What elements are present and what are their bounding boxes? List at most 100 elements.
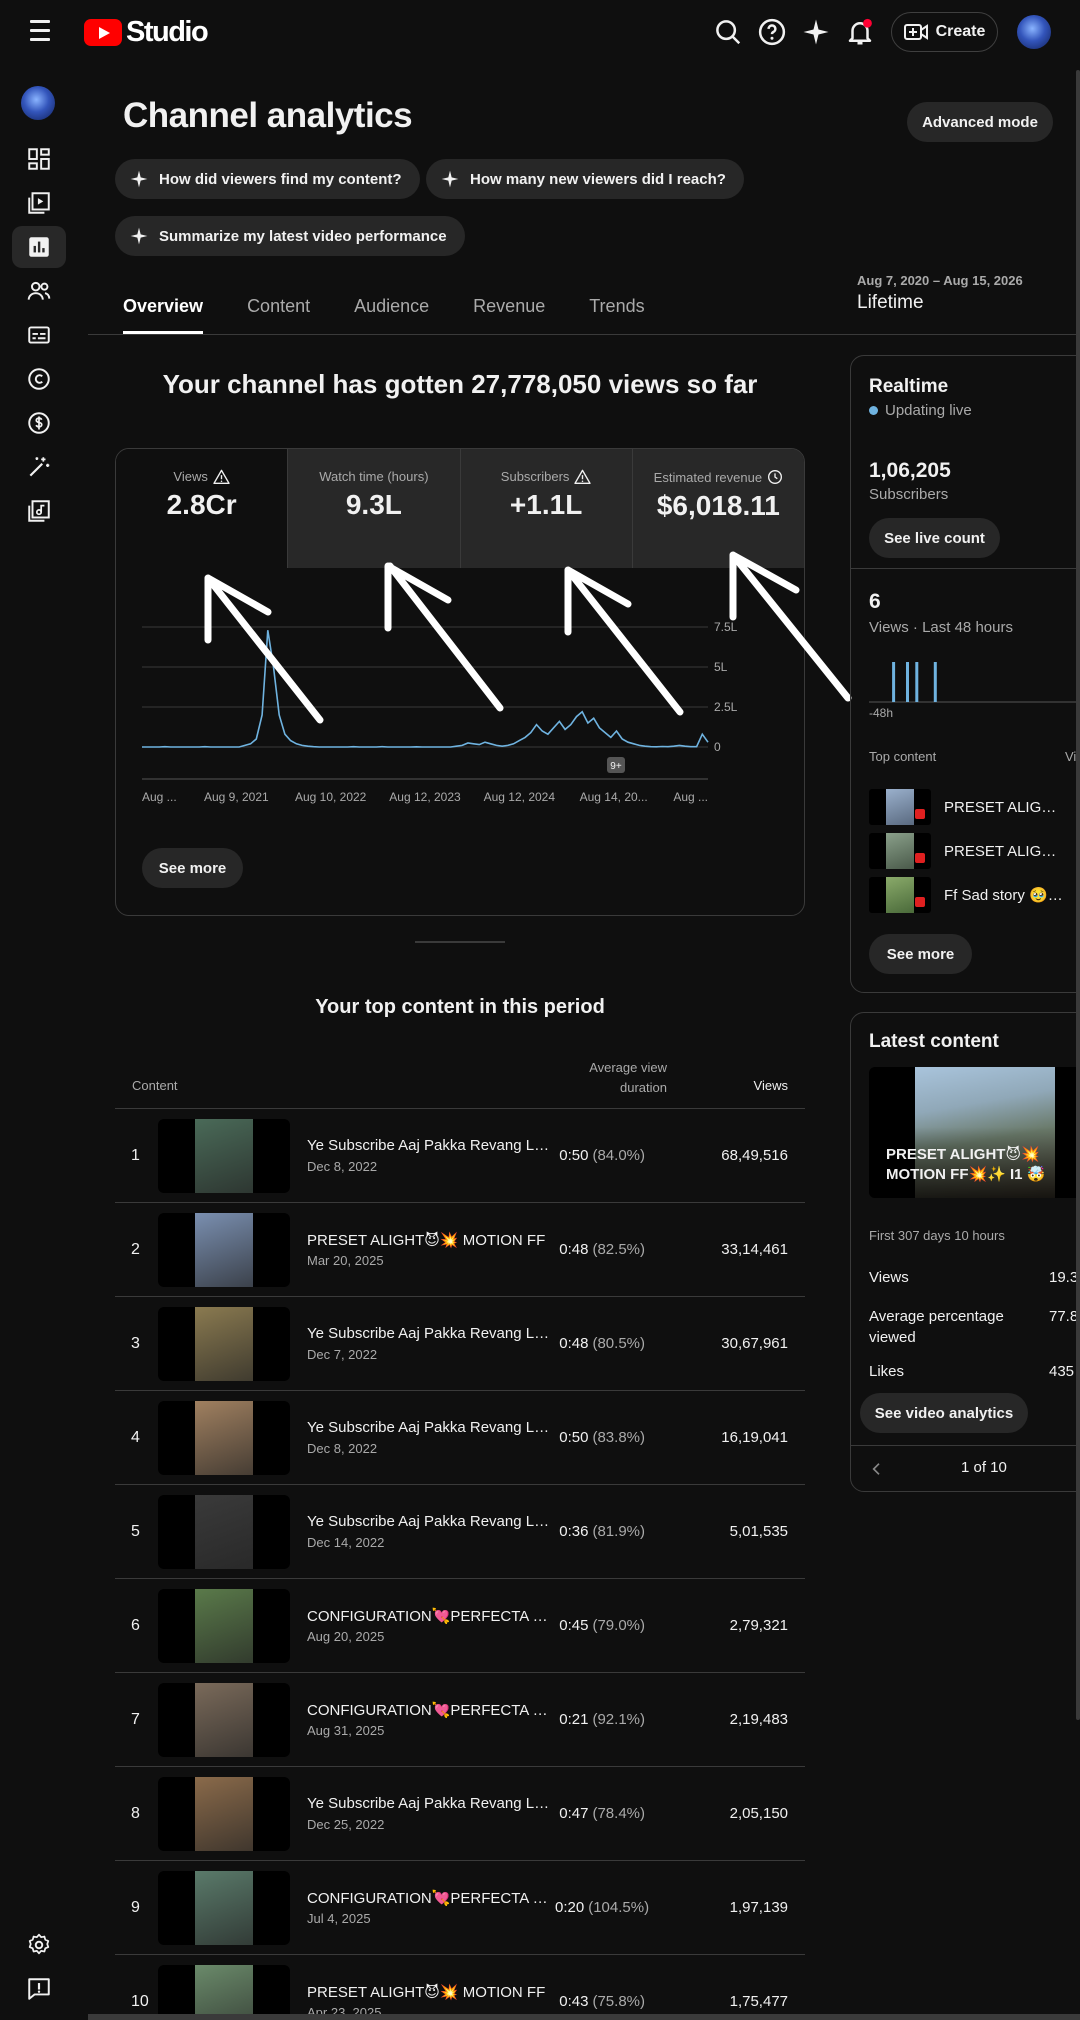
customization-icon bbox=[29, 457, 50, 477]
metric-value: 2.8Cr bbox=[166, 489, 237, 520]
ask-chip-new-viewers[interactable]: How many new viewers did I reach? bbox=[426, 159, 744, 199]
video-date: Dec 25, 2022 bbox=[307, 1817, 385, 1832]
video-title[interactable]: CONFIGURATION💘PERFECTA PRESET bbox=[307, 1607, 557, 1625]
search-icon[interactable] bbox=[713, 17, 743, 47]
table-row[interactable]: 7 CONFIGURATION💘PERFECTA PRESET Aug 31, 20… bbox=[115, 1672, 805, 1766]
metric-subscribers[interactable]: Subscribers +1.1L bbox=[459, 449, 632, 568]
video-thumbnail[interactable] bbox=[158, 1119, 290, 1193]
vertical-scrollbar[interactable] bbox=[1076, 70, 1080, 1720]
account-avatar[interactable] bbox=[1017, 15, 1051, 49]
page-title: Channel analytics bbox=[123, 96, 413, 135]
video-thumbnail[interactable] bbox=[158, 1401, 290, 1475]
sidebar-item-earn[interactable] bbox=[12, 402, 66, 444]
video-date: Jul 4, 2025 bbox=[307, 1911, 371, 1926]
video-title[interactable]: Ye Subscribe Aaj Pakka Revang Le Lega bbox=[307, 1513, 557, 1530]
latest-video-thumbnail[interactable]: PRESET ALIGHT😈💥 MOTION FF💥✨ I1 🤯 bbox=[869, 1067, 1080, 1198]
sidebar-item-content[interactable] bbox=[12, 182, 66, 224]
ask-chip-summarize[interactable]: Summarize my latest video performance bbox=[115, 216, 465, 256]
chart-marker-label: 9+ bbox=[610, 761, 622, 772]
sidebar-item-customization[interactable] bbox=[12, 446, 66, 488]
table-row[interactable]: 4 Ye Subscribe Aaj Pakka Revang Le Lega De… bbox=[115, 1390, 805, 1484]
table-row[interactable]: 8 Ye Subscribe Aaj Pakka Revang Le Lega De… bbox=[115, 1766, 805, 1860]
sparkle-icon[interactable] bbox=[801, 17, 831, 47]
content-icon bbox=[28, 192, 50, 214]
duration-percent: (92.1%) bbox=[592, 1711, 645, 1728]
see-more-button[interactable]: See more bbox=[142, 848, 243, 888]
chart-event-marker[interactable]: 9+ bbox=[607, 757, 625, 773]
help-icon[interactable] bbox=[757, 17, 787, 47]
table-row[interactable]: 2 PRESET ALIGHT😈💥 MOTION FF Mar 20, 2025 0:… bbox=[115, 1202, 805, 1296]
column-header-views[interactable]: Views bbox=[700, 1078, 788, 1093]
video-views: 2,19,483 bbox=[729, 1711, 788, 1728]
chevron-left-icon[interactable] bbox=[869, 1461, 885, 1477]
sidebar-item-settings[interactable] bbox=[12, 1924, 66, 1966]
sidebar-item-dashboard[interactable] bbox=[12, 138, 66, 180]
sidebar-item-analytics[interactable] bbox=[12, 226, 66, 268]
video-thumbnail[interactable] bbox=[158, 1307, 290, 1381]
tab-audience[interactable]: Audience bbox=[354, 296, 429, 334]
ask-chip-viewers-find[interactable]: How did viewers find my content? bbox=[115, 159, 420, 199]
y-tick-label: 0 bbox=[714, 740, 721, 754]
see-live-count-button[interactable]: See live count bbox=[869, 518, 1000, 558]
video-thumbnail[interactable] bbox=[158, 1213, 290, 1287]
date-range-picker[interactable]: Lifetime bbox=[857, 292, 924, 314]
realtime-top-item[interactable]: Ff Sad story 🥹 | Free Fire bbox=[869, 877, 1080, 913]
sidebar-item-audio-library[interactable] bbox=[12, 490, 66, 532]
y-tick-label: 7.5L bbox=[714, 620, 738, 634]
video-title[interactable]: Ye Subscribe Aaj Pakka Revang Le Lega bbox=[307, 1795, 557, 1812]
sidebar-item-community[interactable] bbox=[12, 270, 66, 312]
video-date: Dec 8, 2022 bbox=[307, 1441, 378, 1456]
video-title[interactable]: Ye Subscribe Aaj Pakka Revang Le Lega bbox=[307, 1419, 557, 1436]
video-thumbnail[interactable] bbox=[158, 1965, 290, 2020]
horizontal-scrollbar[interactable] bbox=[88, 2014, 1080, 2020]
table-row[interactable]: 1 Ye Subscribe Aaj Pakka Revang Le Lega De… bbox=[115, 1108, 805, 1202]
video-title[interactable]: PRESET ALIGHT😈💥 MOTION FF bbox=[307, 1983, 557, 2001]
menu-icon[interactable] bbox=[26, 20, 58, 44]
video-thumbnail bbox=[869, 789, 931, 825]
shorts-badge-icon bbox=[915, 853, 925, 863]
video-views: 68,49,516 bbox=[721, 1147, 788, 1164]
realtime-see-more-button[interactable]: See more bbox=[869, 934, 972, 974]
table-row[interactable]: 5 Ye Subscribe Aaj Pakka Revang Le Lega De… bbox=[115, 1484, 805, 1578]
metric-views[interactable]: Views 2.8Cr bbox=[116, 449, 288, 568]
tab-trends[interactable]: Trends bbox=[589, 296, 644, 334]
video-thumbnail[interactable] bbox=[158, 1871, 290, 1945]
column-header-avg-duration[interactable]: Average view duration bbox=[565, 1058, 667, 1098]
video-title[interactable]: Ye Subscribe Aaj Pakka Revang Le Lega bbox=[307, 1325, 557, 1342]
feedback-icon bbox=[28, 1978, 50, 2000]
see-video-analytics-button[interactable]: See video analytics bbox=[860, 1393, 1028, 1433]
studio-logo[interactable]: Studio bbox=[84, 14, 209, 50]
sidebar-item-feedback[interactable] bbox=[12, 1968, 66, 2010]
notifications-icon[interactable] bbox=[845, 17, 875, 47]
advanced-mode-button[interactable]: Advanced mode bbox=[907, 102, 1053, 142]
latest-period: First 307 days 10 hours bbox=[869, 1228, 1005, 1243]
sidebar-item-subtitles[interactable] bbox=[12, 314, 66, 356]
subtitles-icon bbox=[28, 326, 50, 344]
date-range-dates[interactable]: Aug 7, 2020 – Aug 15, 2026 bbox=[857, 273, 1023, 288]
table-row[interactable]: 10 PRESET ALIGHT😈💥 MOTION FF Apr 23, 2025 0… bbox=[115, 1954, 805, 2020]
create-button[interactable]: Create bbox=[891, 12, 998, 52]
metric-watch-time[interactable]: Watch time (hours) 9.3L bbox=[287, 449, 460, 568]
metric-estimated-revenue[interactable]: Estimated revenue $6,018.11 bbox=[631, 449, 804, 568]
sidebar-item-copyright[interactable] bbox=[12, 358, 66, 400]
video-thumbnail[interactable] bbox=[158, 1777, 290, 1851]
realtime-top-item[interactable]: PRESET ALIGHT😈💥 MOTION FF bbox=[869, 833, 1080, 869]
channel-avatar[interactable] bbox=[21, 86, 55, 120]
video-title[interactable]: PRESET ALIGHT😈💥 MOTION FF bbox=[307, 1231, 557, 1249]
tab-overview[interactable]: Overview bbox=[123, 296, 204, 334]
table-row[interactable]: 3 Ye Subscribe Aaj Pakka Revang Le Lega De… bbox=[115, 1296, 805, 1390]
table-row[interactable]: 9 CONFIGURATION💘PERFECTA PRESET Jul 4, 202… bbox=[115, 1860, 805, 1954]
table-row[interactable]: 6 CONFIGURATION💘PERFECTA PRESET Aug 20, 20… bbox=[115, 1578, 805, 1672]
duration-percent: (79.0%) bbox=[592, 1617, 645, 1634]
video-title[interactable]: CONFIGURATION💘PERFECTA PRESET bbox=[307, 1701, 557, 1719]
thumb-image bbox=[886, 833, 914, 869]
tab-revenue[interactable]: Revenue bbox=[473, 296, 545, 334]
realtime-top-item[interactable]: PRESET ALIGHT😈💥 MOTION FF bbox=[869, 789, 1080, 825]
video-thumbnail[interactable] bbox=[158, 1683, 290, 1757]
video-title[interactable]: CONFIGURATION💘PERFECTA PRESET bbox=[307, 1889, 557, 1907]
overview-card: Views 2.8Cr Watch time (hours) 9.3L Subs… bbox=[115, 448, 805, 916]
tab-content[interactable]: Content bbox=[247, 296, 310, 334]
video-thumbnail[interactable] bbox=[158, 1589, 290, 1663]
video-title[interactable]: Ye Subscribe Aaj Pakka Revang Le Lega bbox=[307, 1137, 557, 1154]
video-thumbnail[interactable] bbox=[158, 1495, 290, 1569]
